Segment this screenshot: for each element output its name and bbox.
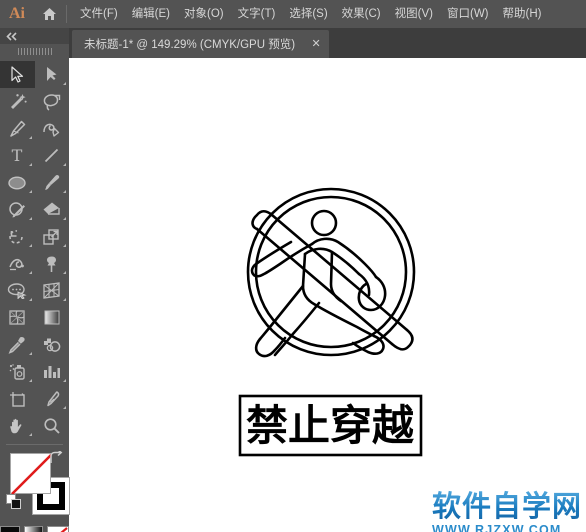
rotate-tool[interactable] [0, 223, 35, 250]
menu-object[interactable]: 对象(O) [177, 0, 231, 28]
color-mode-none[interactable] [47, 526, 69, 532]
illustrator-window: Ai 文件(F) 编辑(E) 对象(O) 文字(T) 选择(S) 效果(C) 视… [0, 0, 586, 532]
shape-builder-icon [8, 283, 27, 299]
eyedropper-tool[interactable] [0, 331, 35, 358]
free-transform-tool[interactable] [35, 250, 70, 277]
line-segment-tool[interactable] [35, 142, 70, 169]
gradient-icon [44, 310, 60, 325]
scale-tool[interactable] [35, 223, 70, 250]
zoom-tool[interactable] [35, 412, 70, 439]
curvature-pen-icon [43, 123, 60, 137]
ellipse-icon [8, 175, 26, 190]
scale-icon [43, 228, 59, 245]
artwork-caption-text: 禁止穿越 [246, 401, 415, 450]
perspective-grid-icon [43, 282, 60, 299]
blend-tool[interactable] [35, 331, 70, 358]
artwork-caption-box: 禁止穿越 [238, 394, 423, 457]
gradient-tool[interactable] [35, 304, 70, 331]
menu-edit[interactable]: 编辑(E) [125, 0, 177, 28]
color-mode-flat[interactable] [0, 526, 20, 532]
document-tab-bar: 未标题-1* @ 149.29% (CMYK/GPU 预览) ✕ [0, 28, 586, 58]
eraser-icon [43, 202, 60, 215]
menu-items: 文件(F) 编辑(E) 对象(O) 文字(T) 选择(S) 效果(C) 视图(V… [73, 0, 548, 28]
artboard-icon [9, 391, 25, 407]
artwork-no-crossing-sign[interactable]: 禁止穿越 [69, 58, 586, 532]
blend-icon [44, 338, 61, 352]
curvature-tool[interactable] [35, 115, 70, 142]
watermark-title: 软件自学网 [432, 490, 586, 522]
shape-builder-tool[interactable] [0, 277, 35, 304]
column-graph-tool[interactable] [35, 358, 70, 385]
menu-help[interactable]: 帮助(H) [496, 0, 549, 28]
close-icon[interactable]: ✕ [309, 37, 323, 51]
tools-panel: T [0, 28, 70, 532]
app-logo: Ai [9, 5, 25, 22]
canvas-area[interactable]: 禁止穿越 软件自学网 WWW.RJZXW.COM [69, 58, 586, 532]
panel-drag-grip[interactable] [0, 44, 69, 58]
shaper-tool[interactable] [0, 196, 35, 223]
artboard-tool[interactable] [0, 385, 35, 412]
width-icon [9, 258, 24, 270]
menu-file[interactable]: 文件(F) [73, 0, 125, 28]
svg-text:T: T [12, 147, 23, 164]
menu-window[interactable]: 窗口(W) [440, 0, 496, 28]
pen-tool[interactable] [0, 115, 35, 142]
color-mode-row [0, 526, 69, 532]
paintbrush-icon [44, 174, 59, 190]
slice-tool[interactable] [35, 385, 70, 412]
no-fill-slash-icon [11, 454, 52, 495]
direct-selection-tool[interactable] [35, 61, 70, 88]
tool-grid: T [0, 58, 69, 439]
lasso-tool[interactable] [35, 88, 70, 115]
toolbar-divider [6, 444, 63, 445]
watermark: 软件自学网 WWW.RJZXW.COM [432, 490, 586, 532]
rotate-icon [9, 229, 24, 244]
type-tool[interactable]: T [0, 142, 35, 169]
width-tool[interactable] [0, 250, 35, 277]
hand-tool[interactable] [0, 412, 35, 439]
symbol-sprayer-tool[interactable] [0, 358, 35, 385]
home-icon[interactable] [34, 0, 64, 28]
selection-arrow-icon [11, 66, 23, 83]
menu-type[interactable]: 文字(T) [231, 0, 283, 28]
paintbrush-tool[interactable] [35, 169, 70, 196]
puppet-pin-icon [47, 256, 57, 272]
menu-select[interactable]: 选择(S) [282, 0, 334, 28]
menubar-divider [66, 5, 67, 23]
magic-wand-icon [10, 93, 27, 109]
ellipse-tool[interactable] [0, 169, 35, 196]
magnifier-icon [44, 417, 60, 434]
hand-icon [10, 418, 22, 433]
symbol-sprayer-icon [9, 363, 25, 380]
color-mode-gradient[interactable] [23, 526, 43, 532]
magic-wand-tool[interactable] [0, 88, 35, 115]
type-T-icon: T [12, 147, 23, 164]
pen-nib-icon [10, 120, 26, 137]
menu-effect[interactable]: 效果(C) [335, 0, 388, 28]
fill-swatch[interactable] [10, 453, 52, 495]
double-chevron-left-icon [6, 31, 17, 41]
lasso-icon [43, 93, 61, 111]
menu-view[interactable]: 视图(V) [388, 0, 440, 28]
selection-tool[interactable] [0, 61, 35, 88]
mesh-icon [9, 310, 25, 325]
line-segment-icon [45, 148, 59, 163]
document-tab-title: 未标题-1* @ 149.29% (CMYK/GPU 预览) [84, 39, 296, 51]
document-tab[interactable]: 未标题-1* @ 149.29% (CMYK/GPU 预览) ✕ [72, 30, 330, 58]
direct-selection-arrow-icon [47, 67, 57, 81]
perspective-grid-tool[interactable] [35, 277, 70, 304]
slice-knife-icon [47, 390, 60, 406]
watermark-url: WWW.RJZXW.COM [432, 523, 562, 532]
default-fill-stroke-icon[interactable] [6, 494, 22, 515]
swap-fill-stroke-icon[interactable] [48, 449, 63, 470]
column-graph-icon [44, 366, 61, 378]
mesh-tool[interactable] [0, 304, 35, 331]
collapse-panel-button[interactable] [0, 28, 69, 44]
fill-stroke-controls [0, 449, 70, 523]
eraser-tool[interactable] [35, 196, 70, 223]
shaper-circle-pencil-icon [9, 201, 25, 217]
menu-bar: Ai 文件(F) 编辑(E) 对象(O) 文字(T) 选择(S) 效果(C) 视… [0, 0, 586, 28]
eyedropper-icon [8, 336, 25, 354]
